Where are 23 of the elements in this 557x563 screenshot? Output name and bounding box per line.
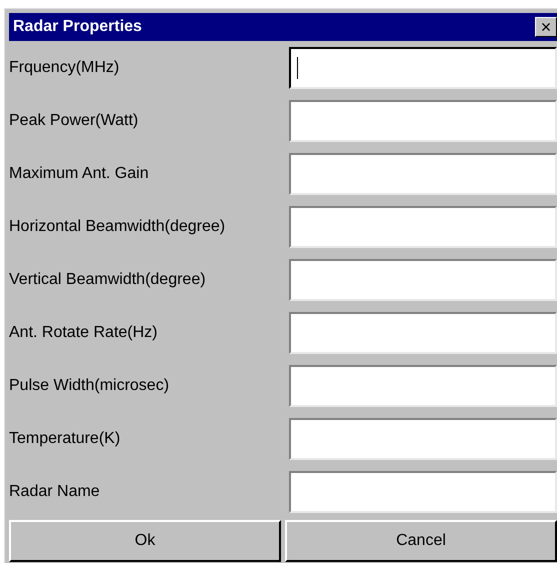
input-field[interactable] bbox=[289, 206, 557, 248]
field-label: Ant. Rotate Rate(Hz) bbox=[9, 322, 158, 342]
field-label: Radar Name bbox=[9, 482, 101, 502]
close-button[interactable]: × bbox=[535, 17, 557, 37]
input-field[interactable] bbox=[289, 470, 557, 512]
text-caret-icon bbox=[297, 56, 298, 78]
field-label: Horizontal Beamwidth(degree) bbox=[9, 216, 226, 236]
input-field[interactable] bbox=[289, 364, 557, 406]
input-field[interactable] bbox=[289, 152, 557, 194]
field-label: Vertical Beamwidth(degree) bbox=[9, 270, 207, 290]
dialog-button[interactable]: Ok bbox=[9, 520, 281, 562]
field-label: Temperature(K) bbox=[9, 428, 122, 448]
dialog-button[interactable]: Cancel bbox=[285, 520, 557, 562]
field-label: Maximum Ant. Gain bbox=[9, 164, 150, 184]
input-field[interactable] bbox=[289, 418, 557, 460]
window-title: Radar Properties bbox=[13, 17, 142, 37]
input-field[interactable] bbox=[289, 100, 557, 142]
input-field[interactable] bbox=[289, 312, 557, 354]
field-label: Frquency(MHz) bbox=[9, 58, 120, 78]
field-label: Pulse Width(microsec) bbox=[9, 376, 170, 396]
input-field[interactable] bbox=[289, 46, 557, 88]
input-field[interactable] bbox=[289, 258, 557, 300]
field-label: Peak Power(Watt) bbox=[9, 110, 140, 130]
